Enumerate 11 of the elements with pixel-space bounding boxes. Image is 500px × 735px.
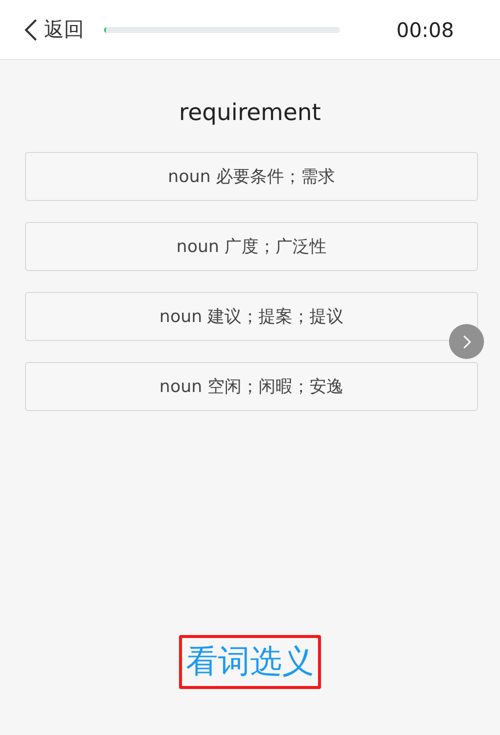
back-chevron-icon (24, 18, 38, 40)
next-button[interactable] (449, 324, 484, 359)
back-button[interactable]: 返回 (24, 16, 84, 43)
answer-option[interactable]: noun 建议；提案；提议 (25, 292, 478, 341)
word-title: requirement (178, 100, 322, 126)
answer-option[interactable]: noun 广度；广泛性 (25, 222, 478, 271)
mode-label: 看词选义 (179, 635, 321, 689)
chevron-right-icon (460, 334, 472, 350)
answer-option[interactable]: noun 必要条件；需求 (25, 152, 478, 201)
timer: 00:08 (396, 18, 454, 42)
answer-option[interactable]: noun 空闲；闲暇；安逸 (25, 362, 478, 411)
